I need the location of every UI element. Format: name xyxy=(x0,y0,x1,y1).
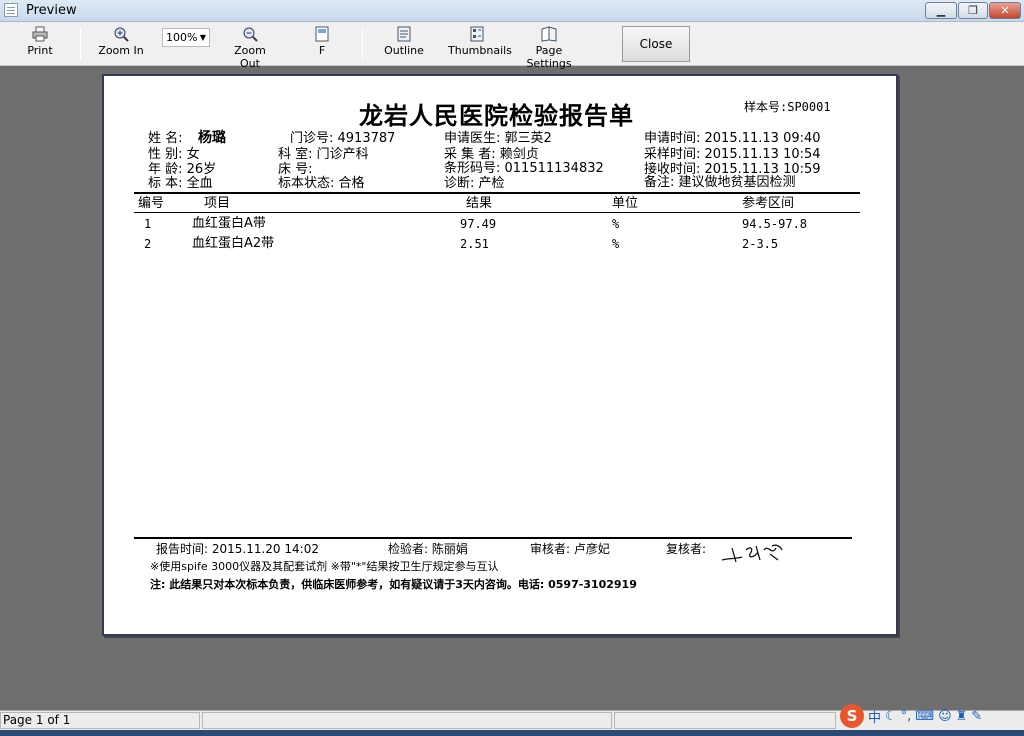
name-label: 姓 名: xyxy=(148,131,183,146)
col-unit: 单位 xyxy=(612,196,639,211)
header-divider xyxy=(134,192,860,194)
wrench-icon[interactable]: ✎ xyxy=(971,709,982,724)
specimen: 标 本: 全血 xyxy=(148,176,213,191)
signature xyxy=(721,544,783,563)
row-number: 1 xyxy=(144,217,152,231)
bed-number: 床 号: xyxy=(278,162,313,177)
punctuation-icon[interactable]: °, xyxy=(901,709,912,724)
zoom-in-button[interactable]: Zoom In xyxy=(98,26,144,62)
zoom-in-icon xyxy=(114,27,129,42)
row-unit: % xyxy=(612,237,620,251)
outpatient-number: 门诊号: 4913787 xyxy=(290,131,396,146)
col-number: 编号 xyxy=(138,196,165,211)
minimize-button[interactable]: ▁ xyxy=(925,2,957,19)
applying-doctor: 申请医生: 郭三英2 xyxy=(444,131,552,146)
thumbnails-button[interactable]: Thumbnails xyxy=(448,26,512,62)
page-settings-button[interactable]: Page Settings xyxy=(514,26,584,70)
taskbar xyxy=(0,730,1024,736)
department: 科 室: 门诊产科 xyxy=(278,147,369,162)
row-number: 2 xyxy=(144,237,152,251)
sex: 性 别: 女 xyxy=(148,147,200,162)
row-item: 血红蛋白A带 xyxy=(192,216,266,231)
shirt-icon[interactable]: ♜ xyxy=(956,709,968,724)
sample-time: 采样时间: 2015.11.13 10:54 xyxy=(644,147,821,162)
ime-toolbar: S 中 ☾ °, ⌨ ☺ ♜ ✎ xyxy=(838,703,1024,729)
col-item: 项目 xyxy=(204,196,231,211)
zoom-out-button[interactable]: Zoom Out xyxy=(224,26,276,70)
thumbnails-icon xyxy=(470,26,484,42)
row-result: 2.51 xyxy=(460,237,489,251)
print-button[interactable]: Print xyxy=(22,26,58,62)
note-disclaimer: 注: 此结果只对本次标本负责，供临床医师参考，如有疑议请于3天内咨询。电话: 0… xyxy=(150,578,637,591)
collector: 采 集 者: 赖剑贞 xyxy=(444,147,539,162)
patient-name: 杨璐 xyxy=(198,130,226,146)
rechecker: 复核者: xyxy=(666,542,707,556)
row-result: 97.49 xyxy=(460,217,497,231)
footer-divider xyxy=(134,537,852,539)
f-button[interactable]: F xyxy=(312,26,332,62)
remark: 备注: 建议做地贫基因检测 xyxy=(644,175,796,190)
barcode-number: 条形码号: 011511134832 xyxy=(444,161,604,176)
specimen-status: 标本状态: 合格 xyxy=(278,176,365,191)
page-settings-icon xyxy=(541,26,557,42)
report-title: 龙岩人民医院检验报告单 xyxy=(359,101,634,130)
status-cell xyxy=(614,712,836,729)
window-title: Preview xyxy=(26,3,77,18)
print-label: Print xyxy=(27,44,53,57)
maximize-button[interactable]: ❐ xyxy=(958,2,988,19)
toolbar-separator xyxy=(80,28,81,60)
toolbar-separator xyxy=(362,28,363,60)
title-bar: Preview ▁ ❐ ✕ xyxy=(0,0,1024,22)
status-cell xyxy=(202,712,612,729)
keyboard-icon[interactable]: ⌨ xyxy=(915,709,934,724)
row-unit: % xyxy=(612,217,620,231)
row-item: 血红蛋白A2带 xyxy=(192,236,275,251)
user-icon[interactable]: ☺ xyxy=(938,709,952,724)
col-reference: 参考区间 xyxy=(742,196,795,211)
page-indicator: Page 1 of 1 xyxy=(0,712,200,729)
app-icon xyxy=(4,3,18,17)
report-page: 龙岩人民医院检验报告单 样本号:SP0001 姓 名: 杨璐 门诊号: 4913… xyxy=(102,74,898,636)
f-label: F xyxy=(318,44,326,57)
reviewer: 审核者: 卢彦妃 xyxy=(530,542,610,556)
chevron-down-icon: ▼ xyxy=(199,33,206,42)
page-settings-label: Page Settings xyxy=(526,44,572,70)
table-header-divider xyxy=(134,212,860,213)
note-instrument: ※使用spife 3000仪器及其配套试剂 ※带"*"结果按卫生厅规定参与互认 xyxy=(150,560,499,573)
outline-button[interactable]: Outline xyxy=(384,26,424,62)
row-reference: 94.5-97.8 xyxy=(742,217,808,231)
thumbnails-label: Thumbnails xyxy=(448,44,512,57)
zoom-out-label: Zoom Out xyxy=(234,44,266,70)
zoom-select[interactable]: 100% ▼ xyxy=(162,28,210,47)
ime-lang[interactable]: 中 xyxy=(868,707,881,726)
close-window-button[interactable]: ✕ xyxy=(989,2,1021,19)
sogou-icon[interactable]: S xyxy=(840,704,864,728)
col-result: 结果 xyxy=(466,196,493,211)
report-time: 报告时间: 2015.11.20 14:02 xyxy=(156,542,319,556)
moon-icon[interactable]: ☾ xyxy=(885,709,897,724)
close-button[interactable]: Close xyxy=(622,26,690,62)
page-icon xyxy=(315,26,329,42)
printer-icon xyxy=(32,26,48,42)
zoom-out-icon xyxy=(243,27,258,42)
zoom-in-label: Zoom In xyxy=(98,44,144,57)
apply-time: 申请时间: 2015.11.13 09:40 xyxy=(644,131,821,146)
outline-icon xyxy=(397,26,411,42)
age: 年 龄: 26岁 xyxy=(148,162,217,177)
toolbar: Print Zoom In 100% ▼ Zoom Out F Outline … xyxy=(0,22,1024,70)
diagnosis: 诊断: 产检 xyxy=(444,176,505,191)
outline-label: Outline xyxy=(384,44,424,57)
sample-number: 样本号:SP0001 xyxy=(744,100,831,114)
row-reference: 2-3.5 xyxy=(742,237,779,251)
tester: 检验者: 陈丽娟 xyxy=(388,542,468,556)
zoom-value: 100% xyxy=(166,31,198,44)
